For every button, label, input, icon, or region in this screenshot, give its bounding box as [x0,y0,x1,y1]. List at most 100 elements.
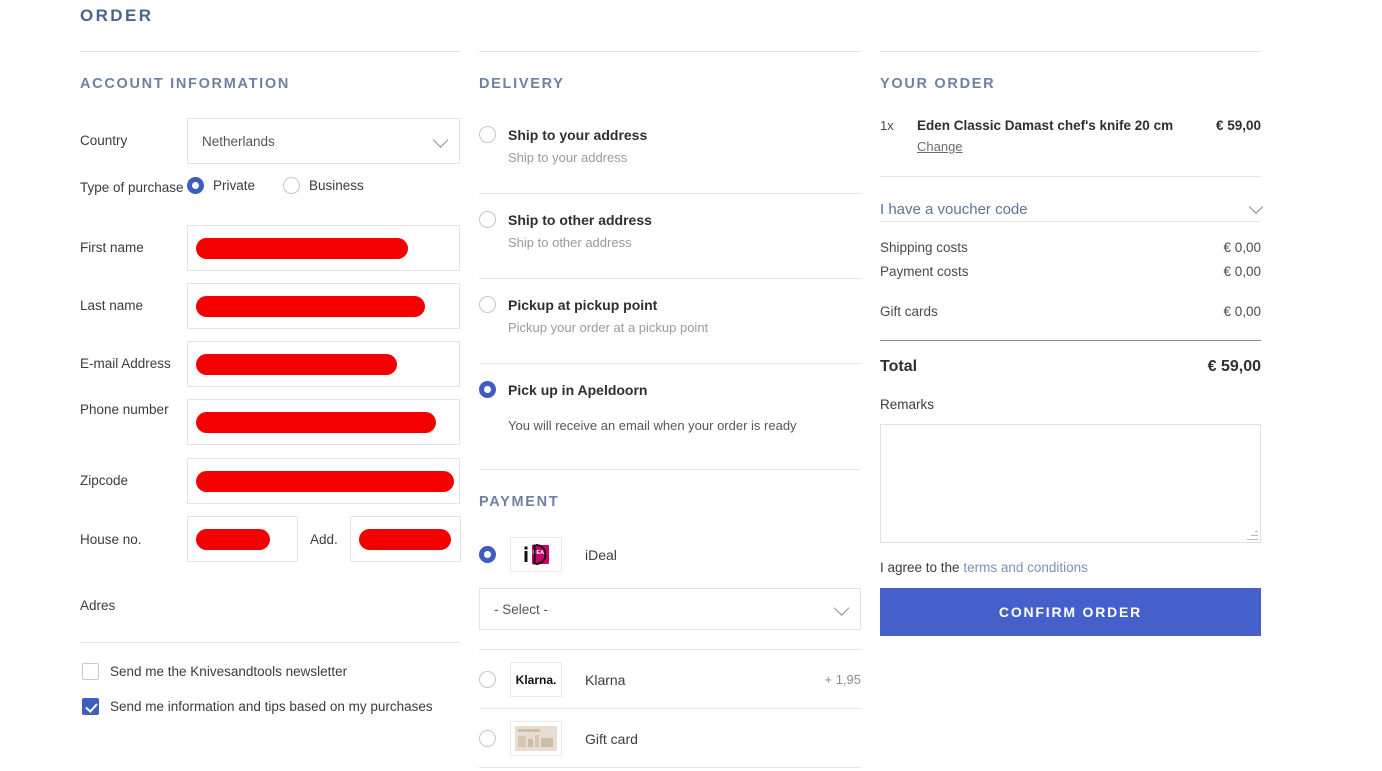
payment-method-name: iDeal [585,547,617,563]
klarna-logo-icon: Klarna. [510,662,562,697]
zipcode-input[interactable] [187,458,460,504]
order-item-price: € 59,00 [1216,118,1261,154]
voucher-code-toggle[interactable]: I have a voucher code [880,188,1261,230]
zipcode-label: Zipcode [80,458,187,504]
delivery-option-sub: Ship to other address [508,235,861,250]
payment-method-name: Klarna [585,672,625,688]
house-number-addition-input[interactable] [350,516,461,562]
redaction-bar [359,529,451,550]
newsletter-checkbox-row[interactable]: Send me the Knivesandtools newsletter [82,663,347,680]
radio-pickup-at-pickup-point[interactable] [479,296,496,313]
terms-agreement: I agree to the terms and conditions [880,560,1088,575]
divider-right [880,51,1261,52]
delivery-option-ship-to-your-address[interactable]: Ship to your address Ship to your addres… [479,126,861,165]
confirm-order-button[interactable]: CONFIRM ORDER [880,588,1261,636]
tips-checkbox-label: Send me information and tips based on my… [110,699,433,714]
newsletter-checkbox-label: Send me the Knivesandtools newsletter [110,664,347,679]
divider-mid [479,51,861,52]
zipcode-row: Zipcode [80,458,460,504]
newsletter-checkbox[interactable] [82,663,99,680]
phone-label: Phone number [80,399,187,420]
payment-method-fee: + 1,95 [824,672,861,687]
email-row: E-mail Address [80,341,460,387]
phone-input[interactable] [187,399,460,445]
type-of-purchase-row: Type of purchase Private Business [80,177,460,198]
radio-ship-to-other-address[interactable] [479,211,496,228]
payment-method-giftcard[interactable]: Gift card [479,721,861,756]
terms-and-conditions-link[interactable]: terms and conditions [963,560,1088,575]
divider-delivery-2 [479,278,861,279]
total-row: Total € 59,00 [880,358,1261,376]
resize-handle-icon[interactable] [1247,529,1258,540]
email-label: E-mail Address [80,341,187,387]
giftcard-logo-icon [510,721,562,756]
summary-row-giftcards: Gift cards € 0,00 [880,304,1261,319]
tips-checkbox-row[interactable]: Send me information and tips based on my… [82,698,433,715]
redaction-bar [196,354,397,375]
house-number-row: House no. Add. [80,516,460,562]
ideal-logo-icon: DEAL [510,537,562,572]
first-name-input[interactable] [187,225,460,271]
last-name-row: Last name [80,283,460,329]
delivery-option-title: Ship to other address [508,212,652,228]
chevron-down-icon [834,600,850,616]
payment-method-klarna[interactable]: Klarna. Klarna + 1,95 [479,662,861,697]
radio-private[interactable] [187,177,204,194]
redaction-bar [196,412,436,433]
remarks-textarea[interactable] [880,424,1261,543]
phone-row: Phone number [80,399,460,445]
terms-prefix: I agree to the [880,560,963,575]
divider-payment-2 [479,708,861,709]
payment-heading: PAYMENT [479,494,559,510]
summary-label: Shipping costs [880,240,968,255]
delivery-option-ship-to-other-address[interactable]: Ship to other address Ship to other addr… [479,211,861,250]
checkout-page: ORDER ACCOUNT INFORMATION Country Nether… [0,0,1382,771]
total-label: Total [880,358,917,376]
house-number-input[interactable] [187,516,298,562]
radio-pick-up-in-apeldoorn[interactable] [479,381,496,398]
divider-delivery-4 [479,469,861,470]
order-line-item: 1x Eden Classic Damast chef's knife 20 c… [880,118,1261,154]
summary-row-payment: Payment costs € 0,00 [880,264,1261,279]
delivery-option-title: Pick up in Apeldoorn [508,382,648,398]
email-input[interactable] [187,341,460,387]
radio-klarna[interactable] [479,671,496,688]
divider-adres [80,642,460,643]
radio-business[interactable] [283,177,300,194]
svg-text:Klarna.: Klarna. [516,673,557,687]
radio-private-label: Private [213,178,255,193]
country-label: Country [80,118,187,164]
radio-business-label: Business [309,178,364,193]
delivery-option-pickup-apeldoorn[interactable]: Pick up in Apeldoorn You will receive an… [479,381,861,433]
divider-delivery-1 [479,193,861,194]
redaction-bar [196,529,270,550]
divider-delivery-3 [479,363,861,364]
divider-voucher [880,221,1261,222]
country-row: Country Netherlands [80,118,460,164]
radio-ideal[interactable] [479,546,496,563]
radio-giftcard[interactable] [479,730,496,747]
last-name-label: Last name [80,283,187,329]
tips-checkbox[interactable] [82,698,99,715]
change-item-link[interactable]: Change [917,139,963,154]
delivery-option-pickup-point[interactable]: Pickup at pickup point Pickup your order… [479,296,861,335]
first-name-row: First name [80,225,460,271]
account-information-heading: ACCOUNT INFORMATION [80,76,290,92]
ideal-bank-select[interactable]: - Select - [479,588,861,630]
adres-label: Adres [80,598,115,613]
chevron-down-icon [433,132,449,148]
radio-ship-to-your-address[interactable] [479,126,496,143]
divider-payment-3 [479,767,861,768]
last-name-input[interactable] [187,283,460,329]
country-select[interactable]: Netherlands [187,118,460,164]
payment-method-name: Gift card [585,731,638,747]
redaction-bar [196,296,425,317]
payment-method-ideal[interactable]: DEAL iDeal [479,537,861,572]
redaction-bar [196,238,408,259]
first-name-label: First name [80,225,187,271]
divider-payment-1 [479,649,861,650]
type-of-purchase-label: Type of purchase [80,177,187,198]
delivery-heading: DELIVERY [479,76,565,92]
delivery-option-title: Ship to your address [508,127,647,143]
divider-order-item [880,176,1261,177]
